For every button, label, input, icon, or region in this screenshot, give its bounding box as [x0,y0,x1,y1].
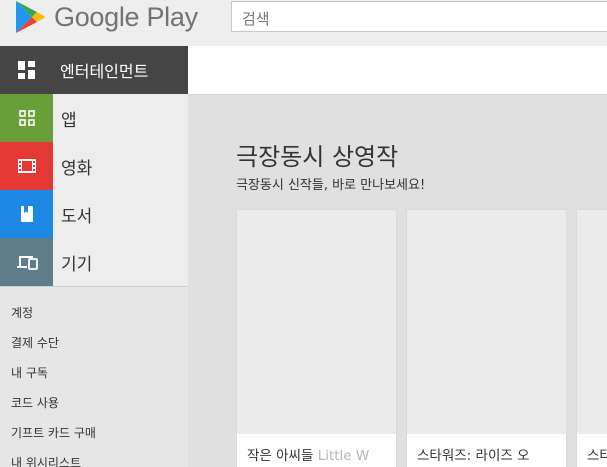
movie-card-title[interactable]: 스타워즈: 라이즈 오 [407,434,566,467]
sidebar-item-entertainment[interactable]: 엔터테인먼트 [0,46,188,94]
movie-cover[interactable] [237,210,396,434]
title-english: Little W [317,448,370,464]
link-subscriptions[interactable]: 내 구독 [0,357,188,387]
title-korean: 스타워즈: 라이즈 오 [417,448,530,464]
movie-card-title[interactable]: 스타 [577,434,607,467]
apps-icon [18,110,35,126]
sidebar-item-label: 엔터테인먼트 [60,62,149,81]
cluster-title[interactable]: 극장동시 상영작 [236,137,398,172]
link-account[interactable]: 계정 [0,297,188,327]
sidebar-item-books[interactable]: 도서 [0,190,188,238]
movie-card-title[interactable]: 작은 아씨들 Little W [237,434,396,467]
play-store-icon [16,1,45,33]
sidebar-item-devices[interactable]: 기기 [0,238,188,286]
movie-cover[interactable] [577,210,607,434]
link-redeem-code[interactable]: 코드 사용 [0,387,188,417]
link-wishlist[interactable]: 내 위시리스트 [0,447,188,467]
title-korean: 작은 아씨들 [247,448,318,464]
sub-header-bar [188,46,607,95]
entertainment-grid-icon [17,61,35,79]
movies-tile [0,142,53,190]
logo-text: Google Play [54,1,198,32]
account-links: 계정 결제 수단 내 구독 코드 사용 기프트 카드 구매 내 위시리스트 [0,287,188,467]
devices-tile [0,238,53,286]
google-play-logo[interactable]: Google Play [14,0,198,34]
book-icon [20,206,33,222]
top-bar: Google Play [0,0,607,46]
film-icon [17,159,36,173]
sidebar-item-label: 도서 [61,206,93,227]
movie-card[interactable]: 작은 아씨들 Little W [236,209,397,467]
movie-card[interactable]: 스타워즈: 라이즈 오 [406,209,567,467]
books-tile [0,190,53,238]
cluster-subtitle: 극장동시 신작들, 바로 만나보세요! [236,178,426,193]
link-buy-gift-card[interactable]: 기프트 카드 구매 [0,417,188,447]
sidebar: 엔터테인먼트 앱 영화 도서 기기 계정 결제 수단 내 구독 코드 사용 기프… [0,46,188,467]
sidebar-item-label: 영화 [61,158,93,179]
entertainment-tile [0,46,53,94]
movie-card[interactable]: 스타 [576,209,607,467]
link-payment-methods[interactable]: 결제 수단 [0,327,188,357]
sidebar-item-movies[interactable]: 영화 [0,142,188,190]
title-korean: 스타 [587,448,607,464]
apps-tile [0,94,53,142]
sidebar-item-label: 앱 [61,110,77,131]
movie-cover[interactable] [407,210,566,434]
sidebar-item-label: 기기 [61,254,93,275]
devices-icon [16,256,38,270]
sidebar-item-apps[interactable]: 앱 [0,94,188,142]
main-content: 극장동시 상영작 극장동시 신작들, 바로 만나보세요! 작은 아씨들 Litt… [188,95,607,467]
search-input[interactable] [231,1,607,32]
